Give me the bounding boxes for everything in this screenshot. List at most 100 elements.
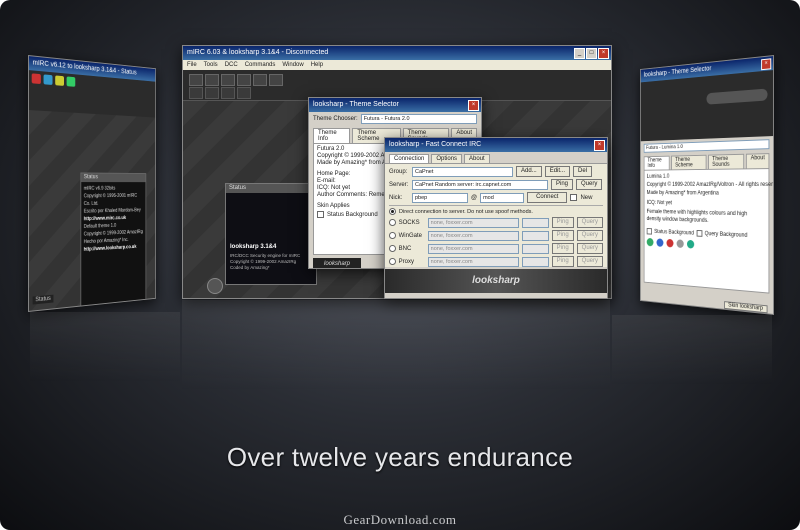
menu-item-commands[interactable]: Commands: [245, 62, 276, 68]
status-bg-label: Status Background: [327, 211, 378, 218]
email-label: E-mail:: [317, 178, 336, 184]
right-color-swatches: [646, 237, 766, 253]
fast-connect-titlebar[interactable]: looksharp - Fast Connect IRC ×: [385, 138, 607, 152]
home-label: Home Page:: [317, 171, 351, 177]
toolbar-dcc-icon[interactable]: [66, 76, 76, 87]
right-brand-logo: [706, 88, 768, 105]
tb-cascade-icon[interactable]: [221, 87, 235, 99]
fast-connect-tab-connection[interactable]: Connection: [389, 154, 430, 163]
query-button[interactable]: Query: [576, 179, 603, 190]
wingate-radio[interactable]: [389, 232, 396, 239]
new-checkbox[interactable]: [570, 194, 578, 201]
proxy-ping-button[interactable]: Ping: [551, 256, 574, 267]
swatch-red-icon[interactable]: [666, 238, 674, 248]
fast-connect-tab-about[interactable]: About: [464, 154, 490, 163]
right-skin-button[interactable]: Skin looksharp: [723, 301, 768, 314]
left-status-title: Status: [81, 173, 146, 183]
toolbar-channels-icon[interactable]: [55, 75, 65, 86]
server-select[interactable]: CaPnet Random server: irc.capnet.com: [412, 179, 548, 190]
tb-address-icon[interactable]: [221, 74, 235, 86]
wingate-server-field[interactable]: none, foxxer.com: [427, 230, 520, 241]
theme-selector-brand: looksharp: [313, 258, 361, 268]
menu-item-tools[interactable]: Tools: [204, 62, 218, 68]
center-window-titlebar[interactable]: mIRC 6.03 & looksharp 3.1&4 - Disconnect…: [183, 46, 611, 60]
maximize-icon[interactable]: □: [586, 48, 597, 59]
right-tabs: Theme Info Theme Scheme Theme Sounds About: [641, 151, 773, 170]
group-select[interactable]: CaPnet: [412, 166, 513, 177]
bnc-radio[interactable]: [389, 245, 396, 252]
right-info-panel: Lumina 1.0 Copyright © 1999-2002 AmazIRg/…: [643, 168, 774, 294]
edit-button[interactable]: Edit...: [544, 166, 571, 177]
tb-help-icon[interactable]: [237, 87, 251, 99]
toolbar-connect-icon[interactable]: [31, 73, 41, 85]
menu-item-window[interactable]: Window: [282, 62, 303, 68]
fast-connect-title: looksharp - Fast Connect IRC: [389, 141, 482, 148]
ping-button[interactable]: Ping: [551, 179, 574, 190]
left-status-tab[interactable]: Status: [32, 294, 54, 305]
right-tab-theme-info[interactable]: Theme Info: [643, 155, 670, 170]
wingate-ping-button[interactable]: Ping: [551, 230, 574, 241]
right-status-bg-label: Status Background: [654, 228, 694, 236]
right-tab-about[interactable]: About: [746, 153, 770, 169]
center-window-reflection: [182, 300, 610, 390]
socks-ping-button[interactable]: Ping: [551, 217, 574, 228]
tagline: Over twelve years endurance: [226, 442, 574, 472]
socks-query-button[interactable]: Query: [576, 217, 603, 228]
fast-connect-close-icon[interactable]: ×: [594, 140, 605, 151]
status-bg-checkbox[interactable]: [317, 211, 324, 218]
theme-selector-titlebar[interactable]: looksharp - Theme Selector ×: [309, 98, 481, 112]
proxy-port-field[interactable]: [522, 256, 549, 267]
wingate-port-field[interactable]: [522, 230, 549, 241]
fast-connect-tab-options[interactable]: Options: [431, 154, 463, 163]
swatch-green-icon[interactable]: [646, 237, 654, 247]
bnc-server-field[interactable]: none, foxxer.com: [427, 243, 520, 254]
toolbar-options-icon[interactable]: [43, 74, 53, 85]
server-alias-input[interactable]: mod: [480, 192, 525, 203]
tb-scripts-icon[interactable]: [253, 74, 267, 86]
theme-selector-close-icon[interactable]: ×: [468, 100, 479, 111]
connect-button[interactable]: Connect: [527, 192, 568, 203]
socks-server-field[interactable]: none, foxxer.com: [427, 217, 520, 228]
wingate-query-button[interactable]: Query: [576, 230, 603, 241]
socks-port-field[interactable]: [522, 217, 549, 228]
watermark: GearDownload.com: [343, 512, 457, 527]
proxy-server-field[interactable]: none, foxxer.com: [427, 256, 520, 267]
del-button[interactable]: Del: [573, 166, 593, 177]
add-button[interactable]: Add...: [516, 166, 542, 177]
socks-radio[interactable]: [389, 219, 396, 226]
bnc-query-button[interactable]: Query: [576, 243, 603, 254]
tb-colors-icon[interactable]: [269, 74, 283, 86]
proxy-radio[interactable]: [389, 258, 396, 265]
nick-input[interactable]: pbep: [412, 192, 468, 203]
swatch-teal-icon[interactable]: [686, 239, 695, 249]
fast-connect-tabs: Connection Options About: [385, 152, 607, 163]
direct-radio[interactable]: [389, 208, 396, 215]
nick-label: Nick:: [389, 194, 403, 201]
close-icon[interactable]: ×: [598, 48, 609, 59]
bnc-port-field[interactable]: [522, 243, 549, 254]
theme-chooser-select[interactable]: Futura - Futura 2.0: [360, 114, 477, 124]
minimize-icon[interactable]: _: [574, 48, 585, 59]
menu-item-help[interactable]: Help: [311, 62, 323, 68]
status-line: Copyright © 1995-2001 mIRC Co. Ltd.: [83, 193, 138, 207]
tb-connect-icon[interactable]: [189, 74, 203, 86]
tb-tile-icon[interactable]: [205, 87, 219, 99]
right-info-text: Lumina 1.0 Copyright © 1999-2002 AmazIRg/…: [647, 172, 774, 199]
right-tab-theme-scheme[interactable]: Theme Scheme: [671, 154, 707, 170]
menu-item-file[interactable]: File: [187, 62, 197, 68]
right-tab-theme-sounds[interactable]: Theme Sounds: [708, 153, 745, 169]
right-query-bg-checkbox[interactable]: [696, 229, 703, 237]
tb-dcc-icon[interactable]: [237, 74, 251, 86]
tb-options-icon[interactable]: [205, 74, 219, 86]
right-dark-band: [640, 70, 774, 142]
theme-selector-tab-theme-info[interactable]: Theme Info: [313, 128, 351, 143]
bnc-ping-button[interactable]: Ping: [551, 243, 574, 254]
right-status-bg-checkbox[interactable]: [646, 228, 652, 235]
menu-item-dcc[interactable]: DCC: [225, 62, 238, 68]
proxy-query-button[interactable]: Query: [576, 256, 603, 267]
tb-window-icon[interactable]: [189, 87, 203, 99]
right-close-icon[interactable]: ×: [761, 58, 772, 71]
bnc-label: BNC: [398, 245, 412, 252]
swatch-blue-icon[interactable]: [656, 238, 664, 247]
swatch-grey-icon[interactable]: [676, 239, 684, 249]
